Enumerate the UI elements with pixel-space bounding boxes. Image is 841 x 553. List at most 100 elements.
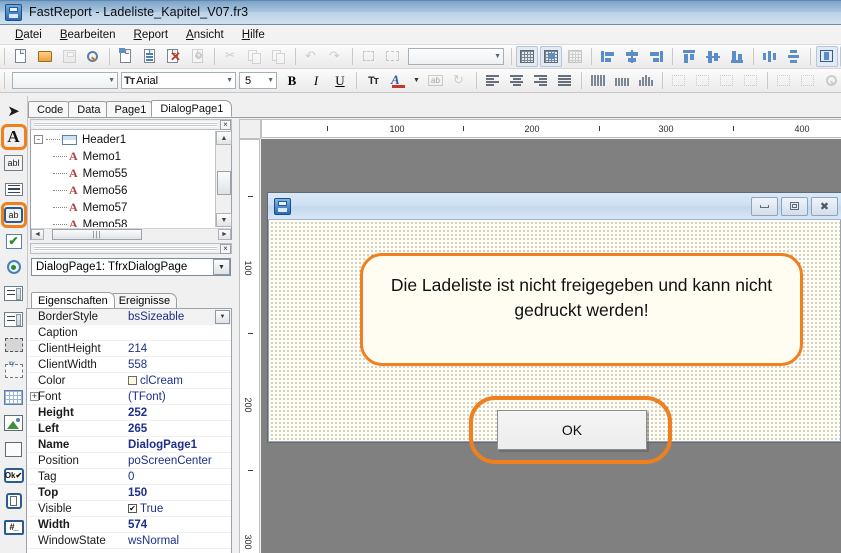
scroll-right-button[interactable]: ► — [218, 229, 231, 240]
paragraph-justify-button[interactable] — [554, 70, 576, 91]
property-value[interactable]: DialogPage1 — [125, 439, 231, 451]
edit-tool[interactable]: ab — [0, 202, 27, 228]
snap-to-grid-button[interactable] — [540, 46, 562, 67]
align-bottom-button[interactable] — [726, 46, 748, 67]
font-color-dropdown[interactable]: ▼ — [410, 70, 423, 91]
property-value-wrap[interactable]: clCream — [125, 375, 231, 387]
property-value[interactable]: 150 — [125, 487, 231, 499]
tree-horizontal-scrollbar[interactable]: ◄ ||| ► — [31, 228, 231, 240]
align-center-horizontal-button[interactable] — [621, 46, 643, 67]
combobox-tool[interactable] — [2, 281, 26, 305]
save-report-button[interactable] — [58, 46, 80, 67]
show-grid-button[interactable] — [516, 46, 538, 67]
align-right-button[interactable] — [645, 46, 667, 67]
picture-tool[interactable] — [2, 411, 26, 435]
groupbox-tool[interactable] — [2, 359, 26, 383]
underline-button[interactable]: U — [329, 70, 351, 91]
property-row-clientwidth[interactable]: ClientWidth 558 — [27, 357, 231, 373]
property-value[interactable]: 0 — [125, 471, 231, 483]
align-top-button[interactable] — [678, 46, 700, 67]
tree-vertical-scrollbar[interactable]: ▲ ▼ — [215, 131, 232, 227]
new-dialog-button[interactable] — [139, 46, 161, 67]
property-row-color[interactable]: Color clCream — [27, 373, 231, 389]
tab-dialogpage1[interactable]: DialogPage1 — [151, 100, 233, 117]
ungroup-button[interactable] — [382, 46, 404, 67]
redo-button[interactable]: ↷ — [325, 46, 347, 67]
space-horizontally-button[interactable] — [759, 46, 781, 67]
property-value[interactable]: 252 — [125, 407, 231, 419]
font-name-combo[interactable]: Tт Arial ▼ — [121, 72, 236, 89]
center-horizontally-in-band-button[interactable] — [816, 46, 838, 67]
property-row-visible[interactable]: Visible ✔ True — [27, 501, 231, 517]
valign-bottom-button[interactable] — [635, 70, 657, 91]
align-middle-button[interactable] — [702, 46, 724, 67]
text-highlight-button[interactable]: Tт — [362, 70, 384, 91]
page-control-tool[interactable] — [2, 489, 26, 513]
property-row-name[interactable]: Name DialogPage1 — [27, 437, 231, 453]
property-value[interactable]: wsNormal — [125, 535, 231, 547]
maximize-button[interactable] — [781, 196, 808, 216]
checkbox-icon[interactable]: ✔ — [128, 504, 137, 513]
property-value[interactable]: 214 — [125, 343, 231, 355]
ab-button[interactable]: ab — [425, 70, 447, 91]
tree-node-memo1[interactable]: A Memo1 — [31, 148, 215, 165]
border-none-button[interactable] — [797, 70, 819, 91]
label-tool[interactable]: abl — [2, 151, 26, 175]
border-style-button[interactable] — [821, 70, 841, 91]
bold-button[interactable]: B — [281, 70, 303, 91]
tree-node-memo57[interactable]: A Memo57 — [31, 199, 215, 216]
paragraph-align-right-button[interactable] — [530, 70, 552, 91]
property-value[interactable]: 558 — [125, 359, 231, 371]
property-value[interactable]: poScreenCenter — [125, 455, 231, 467]
zoom-combo[interactable]: ▼ — [408, 48, 504, 65]
tree-node-memo56[interactable]: A Memo56 — [31, 182, 215, 199]
ok-button[interactable]: OK — [497, 410, 647, 450]
panel-tool[interactable] — [2, 437, 26, 461]
listbox-tool[interactable] — [2, 307, 26, 331]
panel-drag-grip[interactable] — [34, 122, 217, 127]
paragraph-align-left-button[interactable] — [482, 70, 504, 91]
new-report-button[interactable] — [10, 46, 32, 67]
checkbox-tool[interactable]: ✔ — [2, 229, 26, 253]
table-tool[interactable] — [2, 385, 26, 409]
shape-tool[interactable] — [2, 333, 26, 357]
border-all-button[interactable] — [773, 70, 795, 91]
style-combo[interactable]: ▼ — [12, 72, 118, 89]
new-page-button[interactable] — [115, 46, 137, 67]
scroll-left-button[interactable]: ◄ — [31, 229, 44, 240]
property-row-clientheight[interactable]: ClientHeight 214 — [27, 341, 231, 357]
valign-top-button[interactable] — [587, 70, 609, 91]
minimize-button[interactable] — [751, 196, 778, 216]
tab-ereignisse[interactable]: Ereignisse — [111, 293, 178, 308]
object-selector-combo[interactable]: DialogPage1: TfrxDialogPage ▼ — [31, 258, 231, 276]
tree-expander-icon[interactable]: - — [34, 135, 43, 144]
masked-edit-tool[interactable]: #_ — [2, 515, 26, 539]
dialog-client-area[interactable]: Die Ladeliste ist nicht freigegeben und … — [268, 220, 841, 464]
property-row-height[interactable]: Height 252 — [27, 405, 231, 421]
panel-drag-grip[interactable] — [34, 246, 217, 251]
border-top-button[interactable] — [668, 70, 690, 91]
scroll-thumb-h[interactable]: ||| — [52, 229, 142, 240]
radiobutton-tool[interactable] — [2, 255, 26, 279]
select-tool[interactable]: ➤ — [2, 99, 26, 123]
menu-report[interactable]: Report — [125, 27, 178, 43]
chevron-down-icon[interactable]: ▼ — [213, 259, 230, 275]
property-row-tag[interactable]: Tag 0 — [27, 469, 231, 485]
open-report-button[interactable] — [34, 46, 56, 67]
scroll-down-button[interactable]: ▼ — [216, 213, 232, 227]
paste-button[interactable] — [268, 46, 290, 67]
copy-button[interactable] — [244, 46, 266, 67]
border-right-button[interactable] — [740, 70, 762, 91]
align-left-button[interactable] — [597, 46, 619, 67]
menu-hilfe[interactable]: Hilfe — [233, 27, 274, 43]
tab-page1[interactable]: Page1 — [105, 101, 156, 117]
property-value[interactable]: 265 — [125, 423, 231, 435]
memo-tool[interactable] — [2, 177, 26, 201]
tree-node-header1[interactable]: - Header1 — [31, 131, 215, 148]
tab-code[interactable]: Code — [28, 101, 73, 117]
dialog-form[interactable]: ✖ Die Ladeliste ist nicht freigegeben un… — [267, 192, 841, 464]
font-size-combo[interactable]: 5 ▼ — [239, 72, 277, 89]
tree-node-memo55[interactable]: A Memo55 — [31, 165, 215, 182]
design-canvas[interactable]: ✖ Die Ladeliste ist nicht freigegeben un… — [261, 139, 841, 553]
property-row-borderstyle[interactable]: BorderStyle bsSizeable ▼ — [27, 309, 231, 325]
